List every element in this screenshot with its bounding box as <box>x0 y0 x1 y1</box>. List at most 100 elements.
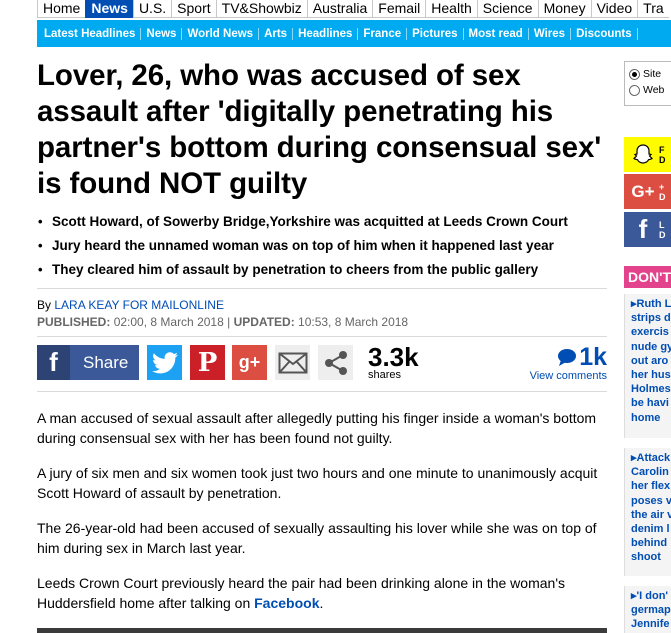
subnav-item[interactable]: Wires <box>529 27 572 40</box>
dont-miss-text: nude gy <box>631 340 671 353</box>
dont-miss-text: exercis <box>631 326 669 339</box>
sub-nav: Latest Headlines News World News Arts Headli… <box>37 20 671 47</box>
dont-miss-text: ▸'I don' <box>631 590 669 602</box>
facebook-follow-text: L D <box>656 220 666 240</box>
googleplus-icon: g+ <box>238 352 261 372</box>
dont-miss-item[interactable]: ▸Attack Carolin her flex poses v the air v de… <box>624 448 671 576</box>
dont-miss-text: denim l <box>631 523 670 536</box>
nav-tab[interactable]: TV&Showbiz <box>215 0 307 18</box>
byline: By LARA KEAY FOR MAILONLINE <box>37 298 224 312</box>
subnav-item[interactable]: Latest Headlines <box>41 27 142 40</box>
search-scope-label: Site <box>643 68 662 80</box>
radio-unselected-icon <box>629 84 640 96</box>
comment-count: 1k <box>530 343 607 371</box>
article-headline: Lover, 26, who was accused of sex assaul… <box>37 59 602 200</box>
date-separator: | <box>227 315 231 329</box>
share-bar: f Share P g+ 3.3k shares 1k View comment… <box>37 343 607 383</box>
googleplus-share-button[interactable]: g+ <box>232 345 267 380</box>
social-line: F <box>659 144 665 155</box>
nav-tab[interactable]: Money <box>537 0 591 18</box>
search-scope-site[interactable]: Site <box>629 66 670 82</box>
nav-tab[interactable]: Femail <box>372 0 426 18</box>
googleplus-follow-button[interactable]: G+ + D <box>624 174 671 209</box>
subnav-item[interactable]: France <box>358 27 408 40</box>
article-image <box>37 628 607 633</box>
byline-prefix: By <box>37 298 52 312</box>
googleplus-icon: G+ <box>631 181 655 201</box>
facebook-icon: f <box>37 345 70 380</box>
social-line: D <box>659 191 666 202</box>
nav-tab[interactable]: Home <box>37 0 86 18</box>
facebook-share-button[interactable]: f Share <box>37 345 139 380</box>
share-icon <box>324 350 347 375</box>
email-share-button[interactable] <box>275 345 310 380</box>
summary-bullet: They cleared him of assault by penetrati… <box>37 258 607 282</box>
dont-miss-text: Carolin <box>631 466 669 479</box>
dont-miss-text: ▸Ruth L <box>631 298 671 310</box>
subnav-item[interactable]: Headlines <box>293 27 359 40</box>
googleplus-follow-text: + D <box>656 182 666 202</box>
nav-tab[interactable]: Tra <box>637 0 669 18</box>
dont-miss-text: ▸Attack <box>631 452 671 464</box>
snapchat-follow-text: F D <box>656 145 666 165</box>
subnav-item[interactable]: World News <box>182 27 260 40</box>
dont-miss-item[interactable]: ▸'I don' germap Jennife <box>624 586 671 633</box>
subnav-item[interactable]: News <box>141 27 183 40</box>
divider <box>37 391 607 392</box>
dont-miss-text: the air v <box>631 508 671 521</box>
radio-selected-icon <box>629 68 640 80</box>
nav-tab[interactable]: Health <box>425 0 477 18</box>
facebook-icon: f <box>638 214 648 244</box>
search-scope-box: Site Web <box>624 61 671 106</box>
nav-tab[interactable]: Australia <box>306 0 373 18</box>
social-line: D <box>659 229 666 240</box>
nav-tab[interactable]: Video <box>590 0 638 18</box>
dont-miss-text: behind <box>631 537 668 550</box>
twitter-icon <box>151 351 178 373</box>
view-comments-label: View comments <box>529 370 607 382</box>
more-share-button[interactable] <box>318 345 353 380</box>
facebook-link[interactable]: Facebook <box>254 595 319 611</box>
dont-miss-text: be havi <box>631 397 669 410</box>
facebook-follow-button[interactable]: f L D <box>624 212 671 247</box>
share-count-number: 3.3k <box>368 342 419 372</box>
search-scope-web[interactable]: Web <box>629 82 670 98</box>
article-paragraph: Leeds Crown Court previously heard the p… <box>37 573 609 613</box>
snapchat-follow-button[interactable]: F D <box>624 137 671 172</box>
facebook-share-label: Share <box>83 352 129 372</box>
nav-tab[interactable]: Science <box>476 0 538 18</box>
pinterest-share-button[interactable]: P <box>190 345 225 380</box>
subnav-item[interactable]: Most read <box>464 27 529 40</box>
social-line: D <box>659 154 666 165</box>
author-link[interactable]: LARA KEAY FOR MAILONLINE <box>54 298 224 312</box>
social-line: + <box>659 181 665 192</box>
nav-tab[interactable]: U.S. <box>132 0 172 18</box>
share-count: 3.3k shares <box>368 343 419 381</box>
subnav-item[interactable]: Arts <box>259 27 294 40</box>
social-line: L <box>659 219 665 230</box>
summary-bullet: Jury heard the unnamed woman was on top … <box>37 234 607 258</box>
comment-count-number: 1k <box>579 343 607 371</box>
mail-icon <box>278 352 307 373</box>
article-body: A man accused of sexual assault after al… <box>37 408 609 628</box>
divider <box>37 288 607 289</box>
summary-bullet: Scott Howard, of Sowerby Bridge,Yorkshir… <box>37 210 607 234</box>
pinterest-icon: P <box>197 347 218 378</box>
dont-miss-text: home <box>631 411 661 424</box>
dont-miss-text: her flex <box>631 480 671 493</box>
dont-miss-item[interactable]: ▸Ruth L strips d exercis nude gy out aro her … <box>624 294 671 438</box>
nav-tab[interactable]: Sport <box>171 0 216 18</box>
search-scope-label: Web <box>643 84 665 96</box>
dont-miss-text: poses v <box>631 494 671 507</box>
dont-miss-text: Holmes <box>631 383 671 396</box>
subnav-item[interactable]: Pictures <box>407 27 464 40</box>
published-label: PUBLISHED: <box>37 315 111 329</box>
twitter-share-button[interactable] <box>147 345 182 380</box>
article-paragraph: The 26-year-old had been accused of sexu… <box>37 520 597 556</box>
updated-label: UPDATED: <box>233 315 295 329</box>
article-summary-bullets: Scott Howard, of Sowerby Bridge,Yorkshir… <box>37 210 607 282</box>
comments-link[interactable]: 1k View comments <box>530 343 607 382</box>
nav-tab[interactable]: News <box>85 0 133 18</box>
dont-miss-text: strips d <box>631 312 671 325</box>
subnav-item[interactable]: Discounts <box>571 27 638 40</box>
